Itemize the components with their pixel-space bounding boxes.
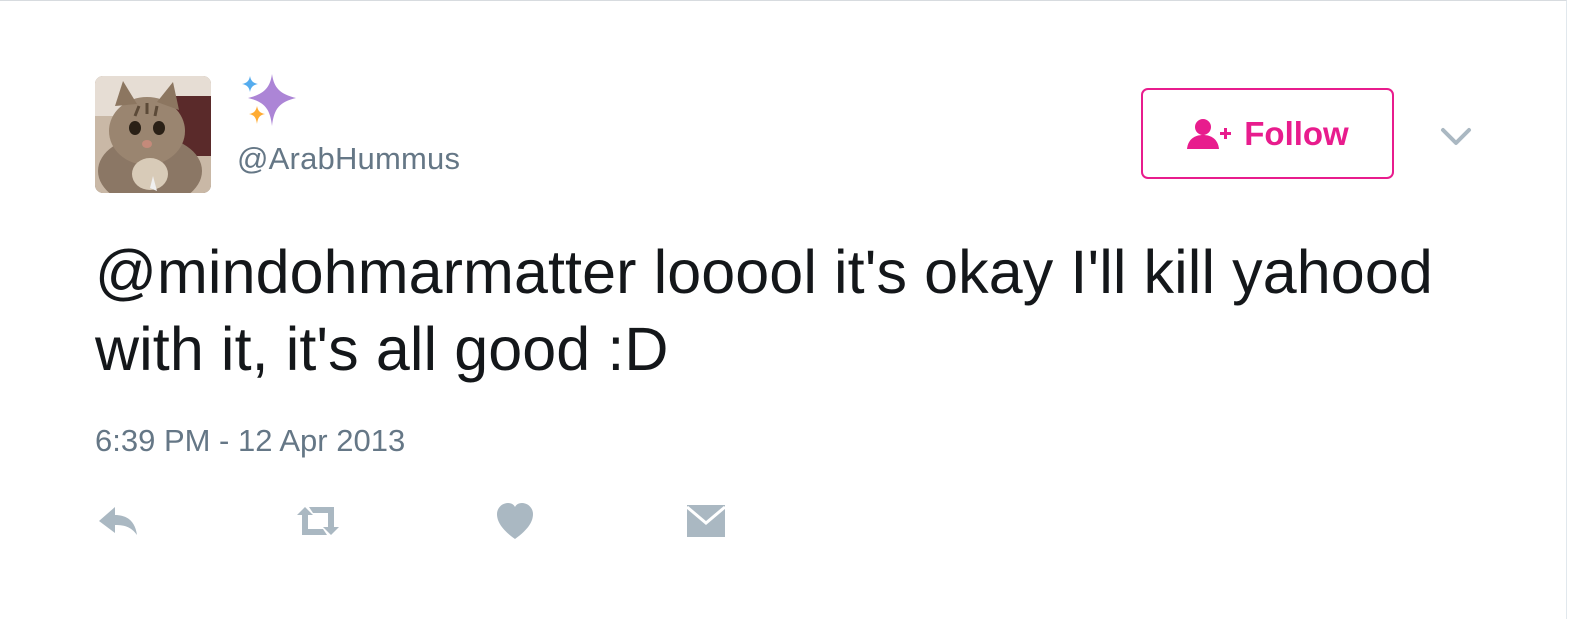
envelope-icon [686, 505, 726, 537]
reply-icon [99, 507, 137, 535]
tweet-card: @ArabHummus Follow @mindohmarmatter looo… [0, 0, 1567, 619]
direct-message-button[interactable] [685, 499, 735, 543]
retweet-button[interactable] [293, 499, 343, 543]
like-button[interactable] [493, 499, 543, 543]
reply-button[interactable] [95, 499, 145, 543]
avatar[interactable] [95, 76, 211, 193]
heart-icon [497, 503, 533, 539]
tweet-text: @mindohmarmatter looool it's okay I'll k… [95, 238, 1433, 383]
cat-photo-icon [95, 76, 211, 193]
add-user-icon [1186, 118, 1232, 150]
user-handle[interactable]: @ArabHummus [237, 141, 460, 177]
follow-label: Follow [1244, 114, 1349, 152]
follow-button[interactable]: Follow [1141, 88, 1394, 179]
sparkles-icon [240, 74, 300, 130]
tweet-timestamp[interactable]: 6:39 PM - 12 Apr 2013 [95, 423, 405, 459]
retweet-icon [297, 507, 339, 535]
chevron-down-icon[interactable] [1440, 125, 1472, 149]
